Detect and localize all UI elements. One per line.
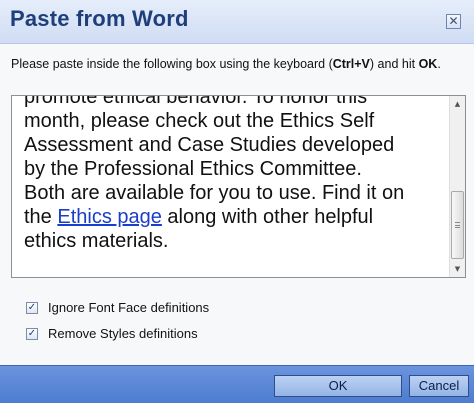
ok-button[interactable]: OK xyxy=(274,375,402,397)
pasted-text: the xyxy=(24,206,58,228)
ignore-font-face-label[interactable]: Ignore Font Face definitions xyxy=(48,300,209,316)
pasted-line: month, please check out the Ethics Self xyxy=(24,110,375,132)
pasted-line: Assessment and Case Studies developed xyxy=(24,134,395,156)
dialog-titlebar[interactable]: Paste from Word ✕ xyxy=(0,0,474,44)
pasted-line: Both are available for you to use. Find … xyxy=(24,182,405,204)
cancel-button[interactable]: Cancel xyxy=(409,375,469,397)
scroll-down-arrow-icon[interactable]: ▼ xyxy=(450,261,465,277)
instruction-text-middle: ) and hit xyxy=(369,57,416,71)
paste-area[interactable]: promote ethical behavior. To honor this … xyxy=(11,95,466,278)
remove-styles-label[interactable]: Remove Styles definitions xyxy=(48,326,198,342)
dialog-title: Paste from Word xyxy=(10,6,189,31)
ethics-page-link[interactable]: Ethics page xyxy=(57,206,162,228)
instruction-text-end: . xyxy=(437,57,441,71)
scrollbar-grip-icon xyxy=(455,222,460,228)
paste-instruction: Please paste inside the following box us… xyxy=(11,57,466,71)
pasted-line: promote ethical behavior. To honor this xyxy=(24,95,368,108)
pasted-line-with-link: the Ethics page along with other helpful xyxy=(24,205,444,229)
paste-from-word-dialog: Paste from Word ✕ Please paste inside th… xyxy=(0,0,474,403)
scrollbar-thumb[interactable] xyxy=(451,191,464,259)
instruction-shortcut: Ctrl+V xyxy=(332,57,370,71)
scroll-up-arrow-icon[interactable]: ▲ xyxy=(450,96,465,112)
ignore-font-face-checkbox[interactable]: ✓ xyxy=(26,302,38,314)
instruction-text-before: Please paste inside the following box us… xyxy=(11,57,333,71)
pasted-content[interactable]: promote ethical behavior. To honor this … xyxy=(24,95,444,253)
instruction-ok-word: OK xyxy=(418,57,438,71)
dialog-footer: OK Cancel xyxy=(0,365,474,403)
remove-styles-checkbox[interactable]: ✓ xyxy=(26,328,38,340)
pasted-line: ethics materials. xyxy=(24,230,169,252)
pasted-line: by the Professional Ethics Committee. xyxy=(24,158,362,180)
close-icon[interactable]: ✕ xyxy=(446,14,461,29)
pasted-text: along with other helpful xyxy=(161,206,374,228)
vertical-scrollbar[interactable]: ▲ ▼ xyxy=(449,96,465,277)
